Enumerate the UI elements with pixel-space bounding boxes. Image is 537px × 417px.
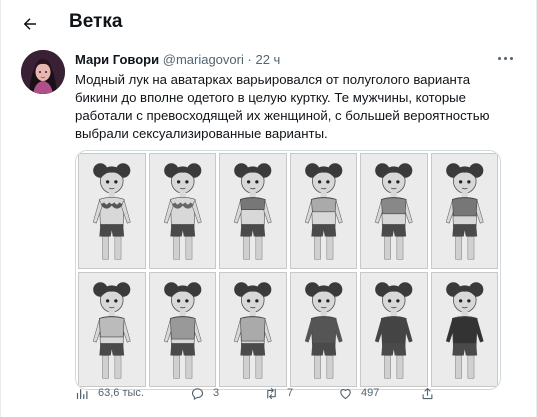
outfit-avatar-cell xyxy=(289,271,357,387)
reply-button[interactable]: 3 xyxy=(190,383,219,403)
outfit-avatar-cell xyxy=(78,271,146,387)
outfit-avatar-cell xyxy=(148,271,216,387)
retweet-button[interactable]: 7 xyxy=(264,383,293,403)
avatar-image xyxy=(21,50,65,94)
reply-count: 3 xyxy=(213,387,220,399)
page-title: Ветка xyxy=(69,11,123,32)
outfit-avatar-cell xyxy=(360,153,428,269)
reply-icon xyxy=(191,387,204,400)
tweet-text-line: Модный лук на аватарках варьировался от … xyxy=(75,72,471,87)
avatar-outfit-grid xyxy=(76,151,500,389)
retweet-count: 7 xyxy=(287,387,294,399)
tweet-text-line: выбрали сексуализированные варианты. xyxy=(75,126,328,141)
arrow-left-icon xyxy=(23,18,36,30)
share-button[interactable] xyxy=(420,383,443,403)
more-dots-icon xyxy=(497,56,501,60)
back-button[interactable] xyxy=(15,9,45,39)
tweet-media-image[interactable] xyxy=(75,150,501,390)
more-options-button[interactable] xyxy=(494,50,516,66)
analytics-icon xyxy=(76,388,88,399)
heart-icon xyxy=(340,388,351,399)
outfit-avatar-cell xyxy=(78,153,146,269)
tweet-text-line: работали с превосходящей их женщиной, с … xyxy=(75,108,490,123)
outfit-avatar-cell xyxy=(430,271,498,387)
tweet-actions: 63,6 тыс. 3 7 497 xyxy=(75,383,515,403)
author-name[interactable]: Мари Говори xyxy=(75,52,159,67)
author-handle[interactable]: @mariagovori xyxy=(163,52,244,67)
outfit-avatar-cell xyxy=(430,153,498,269)
thread-header: Ветка xyxy=(1,0,537,44)
tweet-header: Мари Говори @mariagovori · 22 ч xyxy=(75,52,280,67)
avatar[interactable] xyxy=(21,50,65,94)
outfit-avatar-cell xyxy=(219,153,287,269)
outfit-avatar-cell xyxy=(360,271,428,387)
outfit-avatar-cell xyxy=(148,153,216,269)
share-icon xyxy=(422,387,433,399)
tweet-text-line: бикини до вполне одетого в целую куртку.… xyxy=(75,90,466,105)
tweet-timestamp[interactable]: 22 ч xyxy=(255,52,280,67)
like-button[interactable]: 497 xyxy=(338,383,379,403)
tweet-thread-view: Ветка Мари Говори @mariagovori · 22 ч Мо… xyxy=(0,0,537,417)
views-count: 63,6 тыс. xyxy=(98,387,144,399)
outfit-avatar-cell xyxy=(219,271,287,387)
views-button[interactable]: 63,6 тыс. xyxy=(75,383,144,403)
like-count: 497 xyxy=(361,387,380,399)
retweet-icon xyxy=(267,387,276,399)
outfit-avatar-cell xyxy=(289,153,357,269)
separator-dot: · xyxy=(247,52,252,67)
tweet-text: Модный лук на аватарках варьировался от … xyxy=(75,71,515,143)
